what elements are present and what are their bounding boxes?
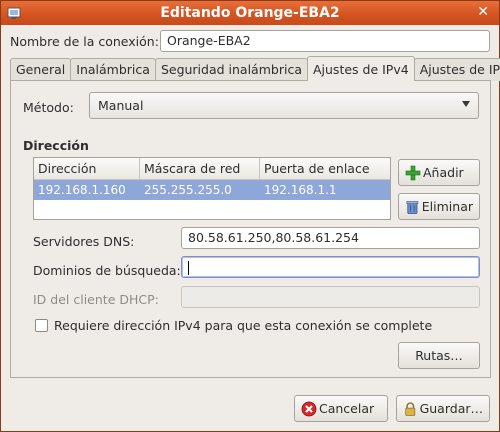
- ipv4-settings-panel: Método: Manual Dirección Dirección Másca…: [10, 80, 491, 378]
- tab-ipv4-settings[interactable]: Ajustes de IPv4: [306, 56, 415, 81]
- require-ipv4-row[interactable]: Requiere dirección IPv4 para que esta co…: [35, 318, 432, 333]
- dialog-window: Editando Orange-EBA2 ✕ Nombre de la cone…: [0, 0, 500, 432]
- require-ipv4-checkbox[interactable]: [35, 319, 48, 332]
- title-bar[interactable]: Editando Orange-EBA2 ✕: [1, 1, 499, 25]
- method-label: Método:: [23, 100, 74, 115]
- address-section-title: Dirección: [23, 138, 89, 153]
- method-value: Manual: [98, 98, 144, 113]
- dhcp-client-id-label: ID del cliente DHCP:: [33, 292, 159, 307]
- cell-netmask: 255.255.255.0: [144, 183, 232, 197]
- dns-servers-label: Servidores DNS:: [33, 234, 135, 249]
- dns-servers-input[interactable]: 80.58.61.250,80.58.61.254: [181, 227, 480, 249]
- network-app-icon: [7, 7, 21, 19]
- save-button[interactable]: Guardar…: [396, 395, 490, 422]
- delete-address-label: Eliminar: [421, 199, 473, 214]
- connection-name-label: Nombre de la conexión:: [10, 34, 159, 49]
- tab-wireless-security[interactable]: Seguridad inalámbrica: [154, 58, 308, 81]
- tab-general[interactable]: General: [10, 58, 72, 81]
- address-table[interactable]: Dirección Máscara de red Puerta de enlac…: [33, 157, 391, 220]
- add-address-button[interactable]: Añadir: [398, 159, 480, 186]
- text-caret: [188, 260, 189, 275]
- connection-name-input[interactable]: Orange-EBA2: [160, 30, 490, 52]
- cancel-label: Cancelar: [319, 401, 375, 416]
- tab-bar: General Inalámbrica Seguridad inalámbric…: [10, 56, 500, 81]
- trash-icon: [406, 200, 419, 214]
- routes-label: Rutas…: [415, 348, 463, 363]
- search-domains-input[interactable]: [181, 256, 480, 278]
- routes-button[interactable]: Rutas…: [398, 342, 480, 369]
- tab-wireless[interactable]: Inalámbrica: [70, 58, 156, 81]
- require-ipv4-label: Requiere dirección IPv4 para que esta co…: [54, 318, 433, 333]
- close-icon[interactable]: ✕: [477, 4, 489, 20]
- column-header-address[interactable]: Dirección: [34, 158, 140, 179]
- table-row[interactable]: 192.168.1.160 255.255.255.0 192.168.1.1: [34, 180, 390, 200]
- window-title: Editando Orange-EBA2: [160, 5, 340, 21]
- cancel-icon: [301, 401, 317, 416]
- address-table-header: Dirección Máscara de red Puerta de enlac…: [34, 158, 390, 180]
- tab-ipv6-settings[interactable]: Ajustes de IPv6: [413, 58, 500, 81]
- column-header-gateway[interactable]: Puerta de enlace: [260, 158, 390, 179]
- column-header-netmask[interactable]: Máscara de red: [140, 158, 260, 179]
- search-domains-label: Dominios de búsqueda:: [33, 263, 181, 278]
- cancel-button[interactable]: Cancelar: [294, 395, 388, 422]
- lock-icon: [405, 401, 416, 416]
- add-address-label: Añadir: [423, 165, 464, 180]
- save-label: Guardar…: [419, 401, 483, 416]
- dhcp-client-id-input: [181, 286, 480, 308]
- cell-gateway: 192.168.1.1: [264, 183, 337, 197]
- chevron-down-icon: [462, 101, 470, 107]
- method-dropdown[interactable]: Manual: [89, 92, 479, 119]
- cell-address: 192.168.1.160: [38, 183, 126, 197]
- plus-icon: [405, 165, 421, 180]
- delete-address-button[interactable]: Eliminar: [398, 193, 480, 220]
